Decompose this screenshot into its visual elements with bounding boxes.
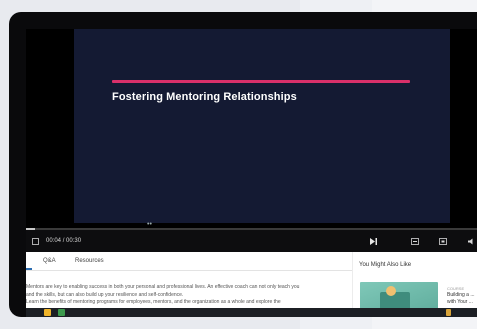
description-line: Learn the benefits of mentoring programs… — [26, 299, 281, 305]
device-screen: Fostering Mentoring Relationships •• 00:… — [26, 29, 477, 317]
volume-icon[interactable] — [466, 230, 476, 252]
tray-icon[interactable] — [446, 309, 451, 316]
tablet-device-frame: Fostering Mentoring Relationships •• 00:… — [9, 12, 477, 317]
folder-icon[interactable] — [44, 309, 51, 316]
playback-time: 00:04 / 00:30 — [46, 238, 81, 244]
app-icon[interactable] — [58, 309, 65, 316]
active-tab-indicator — [26, 268, 32, 270]
slide-title: Fostering Mentoring Relationships — [112, 91, 297, 103]
tab-qa[interactable]: Q&A — [43, 258, 56, 264]
taskbar — [26, 308, 477, 317]
video-slide: Fostering Mentoring Relationships — [74, 29, 450, 223]
time-separator: / — [62, 238, 65, 244]
video-controls: 00:04 / 00:30 — [26, 230, 477, 252]
slide-accent-bar — [112, 80, 410, 83]
course-description: Mentors are key to enabling success in b… — [26, 284, 348, 307]
recommendations-title: You Might Also Like — [359, 262, 412, 268]
fullscreen-icon[interactable] — [30, 230, 40, 252]
recommended-course-title[interactable]: Building a ... with Your ... — [447, 292, 477, 306]
skip-next-icon[interactable] — [368, 230, 378, 252]
recommended-course-type: COURSE — [447, 286, 465, 291]
captions-icon[interactable] — [410, 230, 420, 252]
tab-resources[interactable]: Resources — [75, 258, 104, 264]
thumbnail-figure-head — [386, 286, 396, 296]
current-time: 00:04 — [46, 238, 62, 244]
content-tabs: Q&A Resources — [26, 252, 352, 271]
description-line: Mentors are key to enabling success in b… — [26, 284, 300, 290]
video-player[interactable]: Fostering Mentoring Relationships •• — [26, 29, 477, 228]
settings-icon[interactable] — [438, 230, 448, 252]
description-line: and the skills, but can also build up yo… — [26, 291, 184, 298]
duration-time: 00:30 — [66, 238, 82, 244]
